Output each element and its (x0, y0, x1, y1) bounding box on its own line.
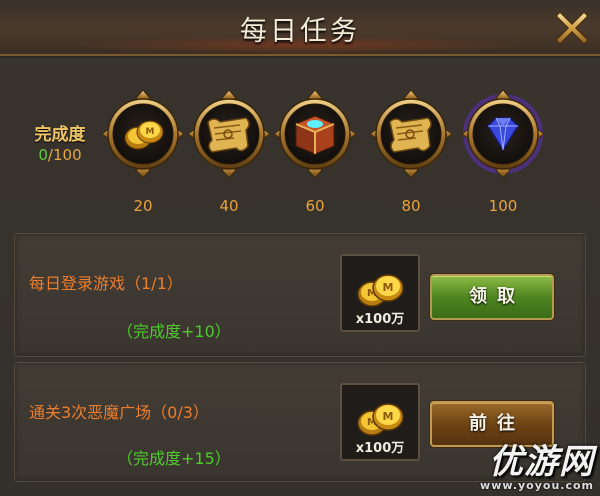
svg-text:M: M (146, 127, 155, 137)
task-completion-reward: （完成度+15） (117, 449, 231, 468)
reward-amount: x100万 (355, 312, 405, 327)
milestone-reward-40[interactable] (184, 88, 274, 180)
task-reward-slot[interactable]: M M x100万 (340, 254, 420, 332)
task-completion-reward: （完成度+10） (117, 322, 231, 341)
close-button[interactable] (550, 6, 594, 50)
milestone-reward-80[interactable] (366, 88, 456, 180)
milestone-threshold: 40 (219, 197, 239, 215)
completion-max: 100 (52, 146, 82, 164)
svg-text:M: M (383, 281, 394, 294)
reward-amount: x100万 (355, 441, 405, 456)
completion-current: 0 (38, 146, 48, 164)
gold-coins-icon: M (101, 89, 185, 179)
task-reward-slot[interactable]: M M x100万 (340, 383, 420, 461)
milestone-reward-60[interactable] (270, 88, 360, 180)
task-name: 每日登录游戏（1/1） (29, 274, 183, 293)
scroll-icon (369, 89, 453, 179)
milestone-reward-100[interactable] (458, 88, 548, 180)
site-watermark: 优游网 www.yoyou.com (480, 445, 594, 492)
task-row: 每日登录游戏（1/1） （完成度+10） M M x100万 领取 (14, 233, 586, 357)
watermark-text: 优游网 (489, 442, 594, 482)
close-icon (554, 10, 590, 46)
milestone-threshold: 60 (305, 197, 325, 215)
claim-button[interactable]: 领取 (430, 274, 554, 320)
completion-label: 完成度 (34, 125, 86, 145)
task-name: 通关3次恶魔广场（0/3） (29, 403, 209, 422)
window-title: 每日任务 (240, 16, 360, 47)
scroll-icon (187, 89, 271, 179)
svg-text:M: M (383, 410, 394, 423)
watermark-url: www.yoyou.com (480, 479, 594, 492)
completion-value: 0/100 (20, 146, 100, 164)
blue-diamond-icon (461, 89, 545, 179)
milestone-threshold: 100 (488, 197, 518, 215)
milestone-reward-20[interactable]: M (98, 88, 188, 180)
treasure-chest-icon (273, 89, 357, 179)
milestone-threshold: 80 (401, 197, 421, 215)
go-button[interactable]: 前往 (430, 401, 554, 447)
title-bar: 每日任务 (0, 0, 600, 56)
milestone-threshold: 20 (133, 197, 153, 215)
